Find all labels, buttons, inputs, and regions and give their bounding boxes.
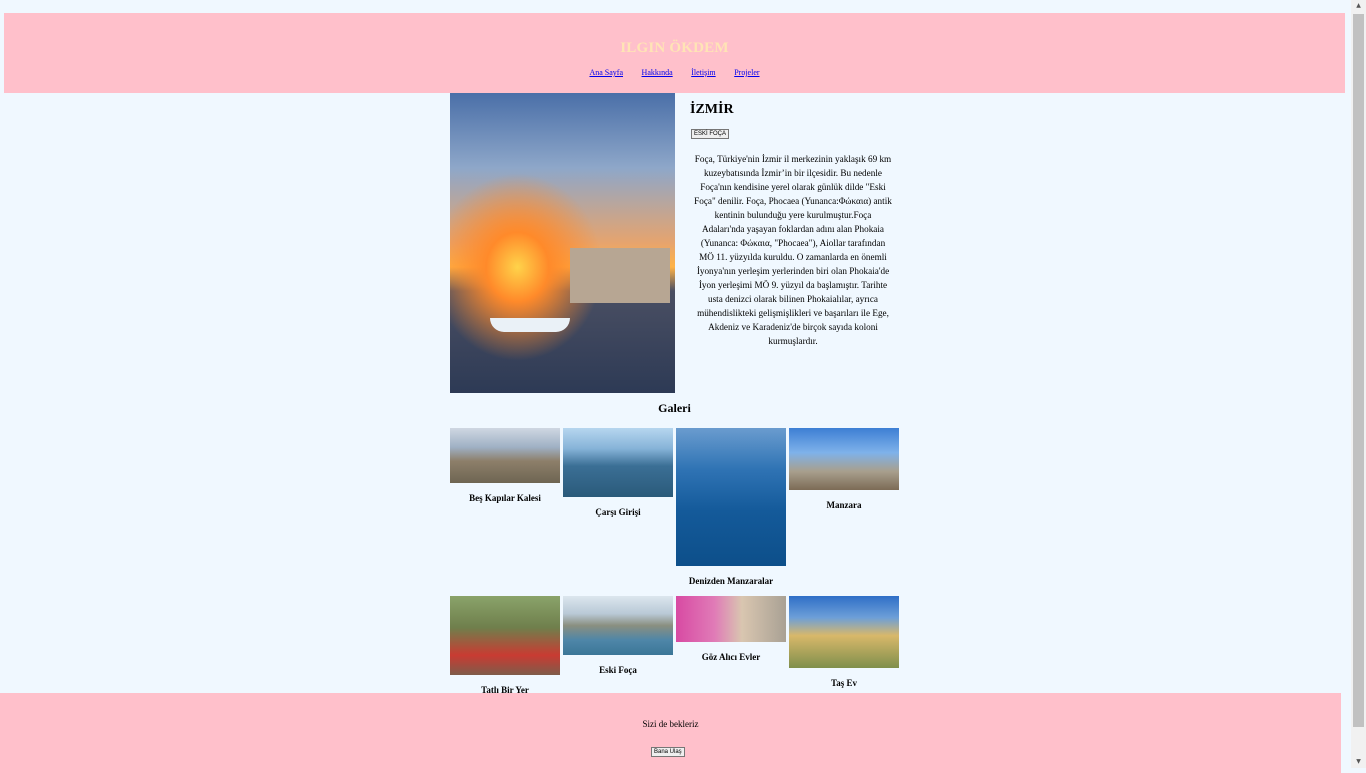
gallery-item: Denizden Manzaralar <box>676 428 786 586</box>
gallery-image[interactable] <box>563 428 673 497</box>
main-content: İZMİR ESKİ FOÇA Foça, Türkiye'nin İzmir … <box>4 93 1345 706</box>
gallery-image[interactable] <box>676 428 786 566</box>
gallery-caption: Çarşı Girişi <box>595 507 641 517</box>
page: ILGIN ÖKDEM Ana Sayfa Hakkında İletişim … <box>4 13 1345 706</box>
gallery-caption: Eski Foça <box>599 665 637 675</box>
gallery-item: Taş Ev <box>789 596 899 688</box>
gallery-item: Beş Kapılar Kalesi <box>450 428 560 503</box>
site-header: ILGIN ÖKDEM Ana Sayfa Hakkında İletişim … <box>4 13 1345 93</box>
gallery-image[interactable] <box>450 596 560 675</box>
gallery-caption: Manzara <box>826 500 862 510</box>
gallery-image[interactable] <box>789 428 899 490</box>
gallery-item: Eski Foça <box>563 596 673 675</box>
nav-link-contact[interactable]: İletişim <box>691 68 715 77</box>
footer-text: Sizi de bekleriz <box>642 719 699 729</box>
gallery-caption: Göz Alıcı Evler <box>701 652 761 662</box>
site-footer: Sizi de bekleriz Bana Ulaş <box>0 693 1341 773</box>
scrollbar-thumb[interactable] <box>1353 14 1364 727</box>
main-nav: Ana Sayfa Hakkında İletişim Projeler <box>4 68 1345 77</box>
gallery-caption: Denizden Manzaralar <box>688 576 774 586</box>
gallery-item: Göz Alıcı Evler <box>676 596 786 662</box>
nav-link-about[interactable]: Hakkında <box>642 68 673 77</box>
boat-shape <box>490 318 570 332</box>
gallery-image[interactable] <box>563 596 673 655</box>
contact-me-button[interactable]: Bana Ulaş <box>651 747 685 757</box>
gallery-caption: Taş Ev <box>831 678 857 688</box>
nav-link-projects[interactable]: Projeler <box>734 68 759 77</box>
gallery-image[interactable] <box>676 596 786 642</box>
scroll-down-icon[interactable]: ▼ <box>1351 756 1366 768</box>
building-shape <box>570 248 670 303</box>
scroll-up-icon[interactable]: ▲ <box>1351 0 1366 12</box>
vertical-scrollbar[interactable]: ▲ ▼ <box>1351 0 1366 768</box>
gallery-item: Manzara <box>789 428 899 510</box>
city-title: İZMİR <box>690 102 734 117</box>
gallery-image[interactable] <box>450 428 560 483</box>
city-description: Foça, Türkiye'nin İzmir il merkezinin ya… <box>694 154 892 346</box>
gallery-title: Galeri <box>658 401 691 415</box>
gallery-item: Tatlı Bir Yer <box>450 596 560 695</box>
gallery-item: Çarşı Girişi <box>563 428 673 517</box>
eski-foca-button[interactable]: ESKİ FOÇA <box>691 129 730 139</box>
hero-image <box>450 93 675 393</box>
site-title: ILGIN ÖKDEM <box>620 40 729 56</box>
gallery-image[interactable] <box>789 596 899 668</box>
nav-link-home[interactable]: Ana Sayfa <box>589 68 623 77</box>
gallery-caption: Beş Kapılar Kalesi <box>469 493 541 503</box>
